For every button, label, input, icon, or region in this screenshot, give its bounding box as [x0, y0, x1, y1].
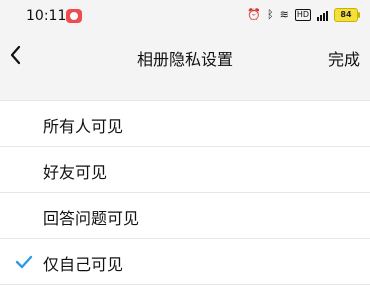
hd-icon: HD — [294, 9, 311, 21]
status-icons: ⏰ ᛒ ≋ HD 84 — [247, 8, 360, 22]
option-only-me[interactable]: 仅自己可见 — [0, 239, 370, 285]
page-title: 相册隐私设置 — [136, 50, 233, 69]
checkmark-icon — [15, 255, 33, 269]
status-bar: 10:11 ⏰ ᛒ ≋ HD 84 — [0, 0, 370, 36]
app-notification-icon — [66, 9, 82, 23]
wifi-icon: ≋ — [279, 8, 289, 21]
signal-icon — [317, 9, 328, 21]
option-everyone[interactable]: 所有人可见 — [0, 101, 370, 147]
option-label: 回答问题可见 — [43, 209, 140, 228]
bluetooth-icon: ᛒ — [266, 8, 274, 21]
section-spacer — [0, 76, 370, 100]
battery-icon: 84 — [334, 8, 360, 22]
navigation-bar: 相册隐私设置 完成 — [0, 36, 370, 76]
done-button[interactable]: 完成 — [328, 46, 360, 70]
option-label: 仅自己可见 — [43, 255, 124, 274]
privacy-option-list: 所有人可见 好友可见 回答问题可见 仅自己可见 — [0, 100, 370, 285]
option-friends[interactable]: 好友可见 — [0, 147, 370, 193]
status-time: 10:11 — [26, 8, 67, 24]
option-label: 好友可见 — [43, 163, 108, 182]
alarm-icon: ⏰ — [247, 8, 261, 21]
option-label: 所有人可见 — [43, 117, 124, 136]
option-answer-question[interactable]: 回答问题可见 — [0, 193, 370, 239]
